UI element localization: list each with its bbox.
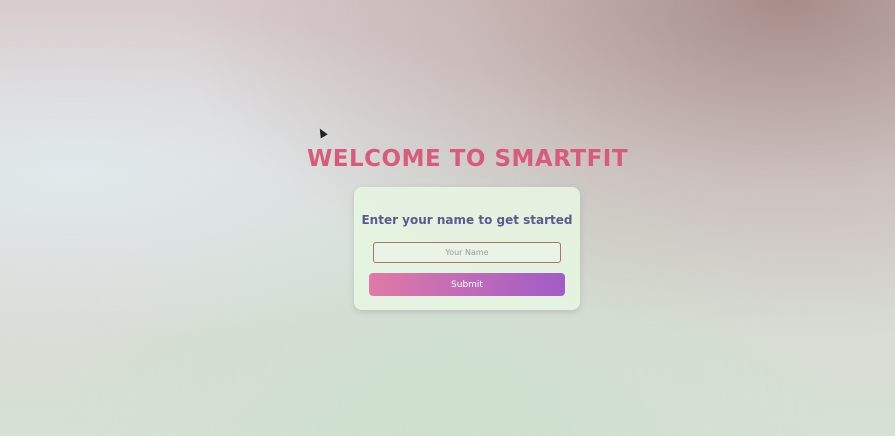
page-title: WELCOME TO SMARTFIT <box>306 146 629 172</box>
name-input[interactable] <box>373 242 561 263</box>
mouse-pointer-icon <box>316 126 328 139</box>
card-heading: Enter your name to get started <box>361 213 573 227</box>
submit-button[interactable]: Submit <box>369 273 565 296</box>
name-entry-card: Enter your name to get started Submit <box>354 187 580 310</box>
